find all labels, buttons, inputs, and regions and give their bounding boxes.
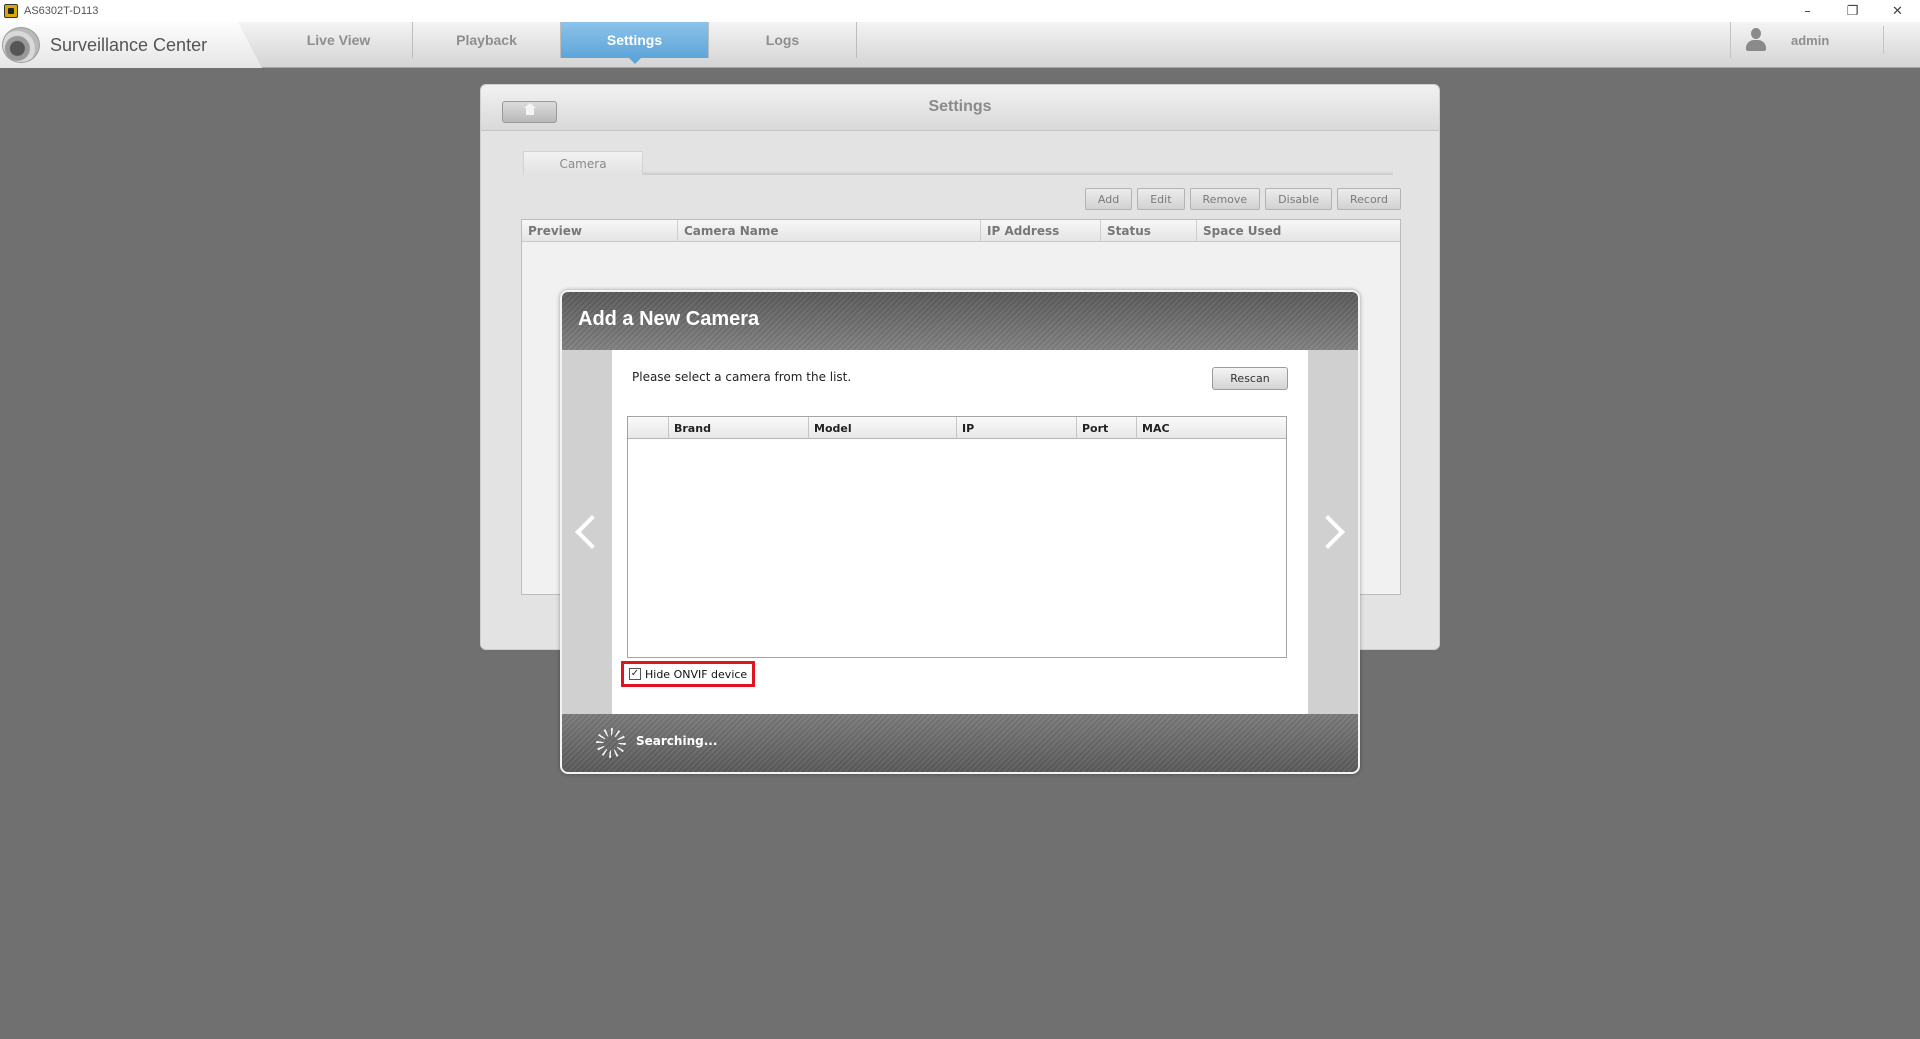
instruction-text: Please select a camera from the list.	[632, 370, 852, 384]
next-button[interactable]	[1308, 350, 1358, 714]
camera-logo-icon	[2, 27, 40, 63]
window-controls: – ❐ ✕	[1785, 0, 1920, 22]
user-menu[interactable]: admin	[1730, 22, 1920, 58]
user-name: admin	[1791, 32, 1830, 48]
brand: Surveillance Center	[0, 22, 262, 68]
record-button[interactable]: Record	[1336, 188, 1401, 210]
settings-header: Settings	[481, 85, 1439, 131]
device-list-table[interactable]: Brand Model IP Port MAC	[627, 416, 1287, 658]
tab-camera[interactable]: Camera	[523, 151, 643, 175]
column-header[interactable]: IP Address	[981, 220, 1101, 242]
divider	[1883, 26, 1884, 54]
hide-onvif-label[interactable]: Hide ONVIF device	[645, 668, 747, 681]
subtab-divider	[643, 171, 1393, 175]
device-table-header: Brand Model IP Port MAC	[628, 417, 1286, 439]
main-tabs: Live View Playback Settings Logs	[265, 22, 857, 64]
column-header[interactable]: MAC	[1137, 417, 1286, 439]
previous-button[interactable]	[562, 350, 612, 714]
close-button[interactable]: ✕	[1875, 0, 1920, 22]
disable-button[interactable]: Disable	[1265, 188, 1332, 210]
column-header[interactable]: Camera Name	[678, 220, 981, 242]
column-header[interactable]: Preview	[522, 220, 678, 242]
app-navbar: Surveillance Center Live View Playback S…	[0, 22, 1920, 68]
user-icon	[1745, 28, 1767, 52]
column-header[interactable]: Space Used	[1197, 220, 1400, 242]
chevron-right-icon	[1311, 515, 1345, 549]
tab-playback[interactable]: Playback	[413, 22, 561, 58]
settings-title: Settings	[928, 98, 992, 115]
dialog-footer: Searching...	[562, 714, 1358, 772]
camera-toolbar: Add Edit Remove Disable Record	[1084, 188, 1401, 210]
column-header[interactable]: Model	[809, 417, 957, 439]
column-header[interactable]: IP	[957, 417, 1077, 439]
window-titlebar: AS6302T-D113 – ❐ ✕	[0, 0, 1920, 22]
select-column-header[interactable]	[628, 417, 669, 439]
tab-live-view[interactable]: Live View	[265, 22, 413, 58]
minimize-button[interactable]: –	[1785, 0, 1830, 22]
column-header[interactable]: Status	[1101, 220, 1197, 242]
app-icon	[4, 4, 18, 18]
checkbox-checked-icon[interactable]: ✓	[629, 668, 641, 680]
brand-name: Surveillance Center	[50, 34, 208, 55]
column-header[interactable]: Brand	[669, 417, 809, 439]
search-status: Searching...	[636, 734, 718, 748]
dialog-title: Add a New Camera	[578, 308, 760, 330]
add-camera-dialog: Add a New Camera Please select a camera …	[560, 290, 1360, 774]
tab-settings[interactable]: Settings	[561, 22, 709, 64]
dialog-header: Add a New Camera	[562, 292, 1358, 350]
hide-onvif-checkbox[interactable]: ✓ Hide ONVIF device	[621, 661, 756, 687]
add-button[interactable]: Add	[1084, 188, 1133, 210]
column-header[interactable]: Port	[1077, 417, 1137, 439]
rescan-button[interactable]: Rescan	[1212, 367, 1288, 390]
remove-button[interactable]: Remove	[1189, 188, 1261, 210]
tab-logs[interactable]: Logs	[709, 22, 857, 58]
edit-button[interactable]: Edit	[1137, 188, 1185, 210]
restore-button[interactable]: ❐	[1830, 0, 1875, 22]
camera-table-header: Preview Camera Name IP Address Status Sp…	[522, 220, 1400, 242]
loading-spinner-icon	[596, 728, 626, 758]
dialog-body: Please select a camera from the list. Re…	[612, 350, 1308, 714]
window-title: AS6302T-D113	[24, 5, 99, 17]
chevron-left-icon	[575, 515, 609, 549]
